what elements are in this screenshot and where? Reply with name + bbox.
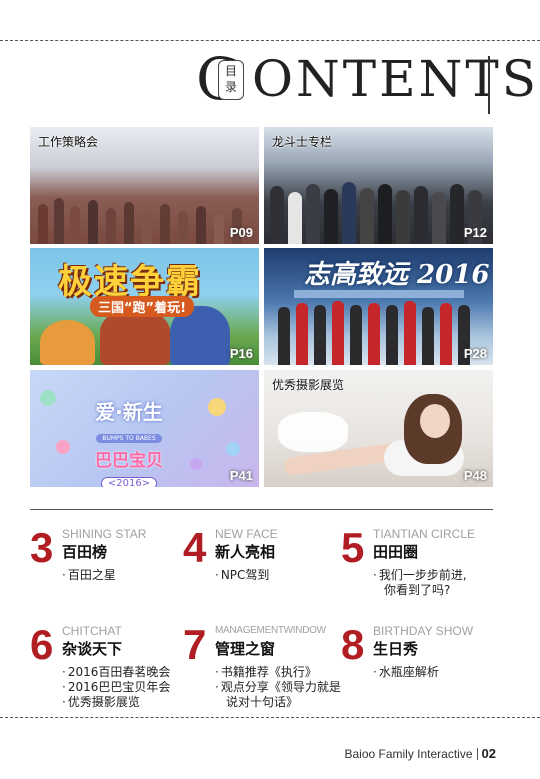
logo-title: 爱·新生 xyxy=(95,400,163,424)
photo-page-number: P48 xyxy=(463,468,487,483)
section-number: 6 xyxy=(30,621,54,668)
stage-banner xyxy=(294,290,464,298)
section-chinese-title: 田田圈 xyxy=(373,543,419,561)
photo-annual-event-stage[interactable]: 志高致远 2016 P28 xyxy=(264,248,493,365)
stage-people-illustration xyxy=(264,301,493,365)
title-vertical-bar xyxy=(488,56,490,114)
section-english-title: CHITCHAT xyxy=(62,624,122,638)
balloon-icon xyxy=(40,390,56,406)
team-group-illustration xyxy=(264,180,493,244)
section-number: 8 xyxy=(341,621,365,668)
game-logo-subtitle: 三国“跑”着玩! xyxy=(90,296,195,317)
photo-caption: 龙斗士专栏 xyxy=(272,135,333,149)
photo-bumps-to-babes[interactable]: 爱·新生 BUMPS TO BABES 巴巴宝贝 <2016> P41 xyxy=(30,370,259,487)
logo-year: <2016> xyxy=(100,477,158,487)
section-chinese-title: 新人亮相 xyxy=(215,543,276,561)
section-english-title: MANAGEMENTWINDOW xyxy=(215,625,326,636)
section-item: · NPC驾到 xyxy=(215,568,270,582)
figure-illustration xyxy=(420,404,450,438)
photo-game-racing[interactable]: 极速争霸 三国“跑”着玩! P16 xyxy=(30,248,259,365)
contents-header: C 目 录 ONTENTS xyxy=(196,50,536,112)
logo-chinese: 巴巴宝贝 xyxy=(95,451,163,471)
section-english-title: TIANTIAN CIRCLE xyxy=(373,527,476,541)
photo-strategy-meeting[interactable]: 工作策略会 P09 xyxy=(30,127,259,244)
section-tiantian-circle[interactable]: 5 TIANTIAN CIRCLE 田田圈 · 我们一步步前进, 你看到了吗? xyxy=(341,527,501,617)
photo-page-number: P41 xyxy=(229,468,253,483)
balloon-icon xyxy=(56,440,70,454)
logo-english: BUMPS TO BABES xyxy=(96,434,162,443)
section-item: · 书籍推荐《执行》 xyxy=(215,665,317,679)
section-shining-star[interactable]: 3 SHINING STAR 百田榜 · 百田之星 xyxy=(30,527,190,617)
top-dashed-divider xyxy=(0,40,540,41)
section-item: · 2016巴巴宝贝年会 xyxy=(62,680,171,694)
game-character-illustration xyxy=(40,320,95,365)
photo-caption: 工作策略会 xyxy=(38,135,99,149)
section-number: 3 xyxy=(30,524,54,571)
photo-dragon-warrior-column[interactable]: 龙斗士专栏 P12 xyxy=(264,127,493,244)
balloon-icon xyxy=(208,398,226,416)
page-title: ONTENTS xyxy=(252,50,539,108)
section-english-title: NEW FACE xyxy=(215,527,278,541)
footer-company: Baioo Family Interactive xyxy=(344,747,473,761)
photo-page-number: P16 xyxy=(229,346,253,361)
section-new-face[interactable]: 4 NEW FACE 新人亮相 · NPC驾到 xyxy=(183,527,343,617)
photo-page-number: P09 xyxy=(229,225,253,240)
section-item-list: · 百田之星 xyxy=(62,568,116,583)
photo-exhibition[interactable]: 优秀摄影展览 P48 xyxy=(264,370,493,487)
section-chinese-title: 杂谈天下 xyxy=(62,640,123,658)
footer-page-number: 02 xyxy=(481,746,496,761)
section-item: · 2016百田春茗晚会 xyxy=(62,665,171,679)
section-chinese-title: 生日秀 xyxy=(373,640,419,658)
section-item: · 观点分享《领导力就是 xyxy=(215,680,341,694)
photo-page-number: P28 xyxy=(463,346,487,361)
footer-separator xyxy=(476,748,478,760)
balloon-icon xyxy=(226,442,240,456)
section-chitchat[interactable]: 6 CHITCHAT 杂谈天下 · 2016百田春茗晚会 · 2016巴巴宝贝年会 … xyxy=(30,624,190,714)
photo-page-number: P12 xyxy=(463,225,487,240)
pillow-illustration xyxy=(278,412,348,452)
section-chinese-title: 百田榜 xyxy=(62,543,108,561)
section-item-list: · 2016百田春茗晚会 · 2016巴巴宝贝年会 · 优秀摄影展览 xyxy=(62,665,170,710)
seal-char-2: 录 xyxy=(224,80,237,94)
section-item-continued: 说对十句话》 xyxy=(226,695,299,709)
section-chinese-title: 管理之窗 xyxy=(215,640,276,658)
bottom-dashed-divider xyxy=(0,717,540,718)
event-banner-title: 志高致远 2016 xyxy=(304,260,490,290)
section-item: · 我们一步步前进, xyxy=(373,568,467,582)
seal-char-1: 目 xyxy=(224,64,237,78)
section-divider xyxy=(30,509,493,510)
section-english-title: SHINING STAR xyxy=(62,527,147,541)
section-item-continued: 你看到了吗? xyxy=(384,583,451,597)
section-number: 5 xyxy=(341,524,365,571)
section-number: 4 xyxy=(183,524,207,571)
section-number: 7 xyxy=(183,621,207,668)
section-birthday-show[interactable]: 8 BIRTHDAY SHOW 生日秀 · 水瓶座解析 xyxy=(341,624,501,714)
baby-event-logo: 爱·新生 BUMPS TO BABES 巴巴宝贝 <2016> xyxy=(74,396,184,487)
section-management-window[interactable]: 7 MANAGEMENTWINDOW 管理之窗 · 书籍推荐《执行》 · 观点分享《… xyxy=(183,624,343,714)
game-character-illustration xyxy=(100,310,170,365)
mulu-seal: 目 录 xyxy=(218,60,244,100)
section-item-list: · NPC驾到 xyxy=(215,568,269,583)
section-item-list: · 水瓶座解析 xyxy=(373,665,439,680)
section-item: · 水瓶座解析 xyxy=(373,665,439,679)
section-english-title: BIRTHDAY SHOW xyxy=(373,624,474,638)
photo-caption: 优秀摄影展览 xyxy=(272,378,345,392)
balloon-icon xyxy=(190,458,202,470)
section-item: · 优秀摄影展览 xyxy=(62,695,140,709)
meeting-crowd-illustration xyxy=(30,180,259,244)
section-item-list: · 书籍推荐《执行》 · 观点分享《领导力就是 说对十句话》 xyxy=(215,665,341,710)
section-item-list: · 我们一步步前进, 你看到了吗? xyxy=(373,568,467,598)
section-item: · 百田之星 xyxy=(62,568,116,582)
page-footer: Baioo Family Interactive 02 xyxy=(344,746,496,761)
